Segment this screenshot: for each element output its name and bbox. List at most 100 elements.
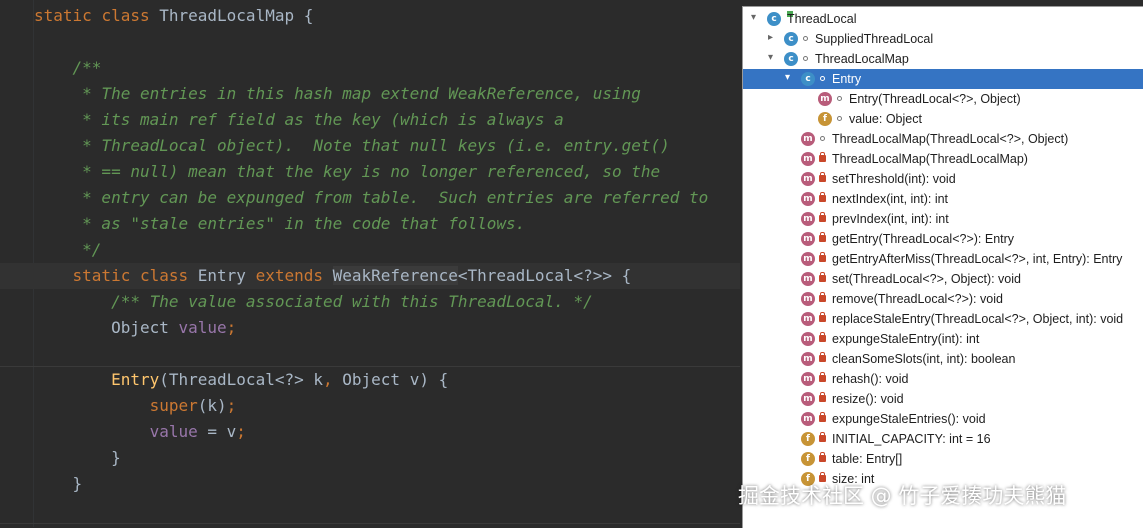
code-token: /** The value associated with this Threa… <box>34 292 593 311</box>
structure-item[interactable]: ▾ c ThreadLocal <box>743 9 1143 29</box>
structure-item[interactable]: m expungeStaleEntries(): void <box>743 409 1143 429</box>
structure-item-label: INITIAL_CAPACITY: int = 16 <box>832 432 991 446</box>
code-token: ; <box>226 318 237 337</box>
code-line[interactable]: * The entries in this hash map extend We… <box>0 81 641 107</box>
structure-item-label: Entry <box>832 72 862 86</box>
structure-item-label: nextIndex(int, int): int <box>832 192 949 206</box>
structure-item[interactable]: ▸ c SuppliedThreadLocal <box>743 29 1143 49</box>
structure-item[interactable]: m nextIndex(int, int): int <box>743 189 1143 209</box>
code-line[interactable]: * == null) mean that the key is no longe… <box>0 159 660 185</box>
method-icon: m <box>801 312 815 326</box>
code-line[interactable]: * entry can be expunged from table. Such… <box>0 185 708 211</box>
structure-item[interactable]: m prevIndex(int, int): int <box>743 209 1143 229</box>
code-line[interactable] <box>0 341 34 367</box>
structure-item[interactable]: m getEntryAfterMiss(ThreadLocal<?>, int, … <box>743 249 1143 269</box>
structure-item-label: getEntryAfterMiss(ThreadLocal<?>, int, E… <box>832 252 1123 266</box>
code-token: } <box>34 474 83 493</box>
private-lock-icon <box>819 312 826 322</box>
code-token: * entry can be expunged from table. Such… <box>34 188 709 207</box>
private-lock-icon <box>819 212 826 222</box>
private-lock-icon <box>819 232 826 242</box>
code-token: Object <box>34 318 179 337</box>
structure-item-label: set(ThreadLocal<?>, Object): void <box>832 272 1021 286</box>
chevron-down-icon[interactable]: ▾ <box>751 13 761 23</box>
method-icon: m <box>801 232 815 246</box>
code-line[interactable]: */ <box>0 237 101 263</box>
method-icon: m <box>801 252 815 266</box>
chevron-right-icon[interactable]: ▸ <box>768 33 778 43</box>
structure-item[interactable]: m remove(ThreadLocal<?>): void <box>743 289 1143 309</box>
code-line[interactable]: /** The value associated with this Threa… <box>0 289 593 315</box>
code-token: * as "stale entries" in the code that fo… <box>34 214 526 233</box>
private-lock-icon <box>819 192 826 202</box>
structure-item-label: Entry(ThreadLocal<?>, Object) <box>849 92 1021 106</box>
code-line[interactable]: static class Entry extends WeakReference… <box>0 263 740 289</box>
code-editor[interactable]: static class ThreadLocalMap { /** * The … <box>0 0 740 527</box>
structure-item[interactable]: m ThreadLocalMap(ThreadLocalMap) <box>743 149 1143 169</box>
private-lock-icon <box>819 452 826 462</box>
structure-item-label: ThreadLocalMap(ThreadLocal<?>, Object) <box>832 132 1069 146</box>
method-icon: m <box>801 292 815 306</box>
code-token: Entry <box>197 266 256 285</box>
structure-popup[interactable]: ▾ c ThreadLocal ▸ c SuppliedThreadLocal ▾ c Thre… <box>742 6 1143 528</box>
code-line[interactable]: super(k); <box>0 393 237 419</box>
method-icon: m <box>801 392 815 406</box>
structure-item[interactable]: m rehash(): void <box>743 369 1143 389</box>
structure-item-label: cleanSomeSlots(int, int): boolean <box>832 352 1016 366</box>
structure-item[interactable]: ▾ c Entry <box>743 69 1143 89</box>
structure-item[interactable]: m resize(): void <box>743 389 1143 409</box>
class-icon: c <box>784 32 798 46</box>
code-token: * == null) mean that the key is no longe… <box>34 162 661 181</box>
private-lock-icon <box>819 172 826 182</box>
private-lock-icon <box>819 392 826 402</box>
code-token: ThreadLocalMap { <box>159 6 314 25</box>
code-line[interactable]: * as "stale entries" in the code that fo… <box>0 211 525 237</box>
private-lock-icon <box>819 332 826 342</box>
structure-item[interactable]: ▾ c ThreadLocalMap <box>743 49 1143 69</box>
code-line[interactable]: value = v; <box>0 419 246 445</box>
code-token: , <box>323 370 343 389</box>
structure-item[interactable]: m set(ThreadLocal<?>, Object): void <box>743 269 1143 289</box>
code-line[interactable]: Entry(ThreadLocal<?> k, Object v) { <box>0 367 448 393</box>
code-line[interactable]: Object value; <box>0 315 236 341</box>
structure-item[interactable]: m setThreshold(int): void <box>743 169 1143 189</box>
structure-item[interactable]: f value: Object <box>743 109 1143 129</box>
code-token: * ThreadLocal object). Note that null ke… <box>34 136 670 155</box>
method-icon: m <box>801 372 815 386</box>
code-line[interactable]: } <box>0 471 83 497</box>
structure-item[interactable]: m Entry(ThreadLocal<?>, Object) <box>743 89 1143 109</box>
code-token: Object v) { <box>342 370 449 389</box>
code-token: = v <box>197 422 237 441</box>
code-line[interactable]: * its main ref field as the key (which i… <box>0 107 564 133</box>
code-line[interactable]: } <box>0 445 121 471</box>
method-icon: m <box>801 272 815 286</box>
code-token: <ThreadLocal<?>> { <box>457 266 632 285</box>
structure-item[interactable]: m getEntry(ThreadLocal<?>): Entry <box>743 229 1143 249</box>
structure-item[interactable]: m cleanSomeSlots(int, int): boolean <box>743 349 1143 369</box>
structure-item[interactable]: f table: Entry[] <box>743 449 1143 469</box>
code-line[interactable]: * ThreadLocal object). Note that null ke… <box>0 133 670 159</box>
code-token: (k) <box>197 396 227 415</box>
structure-item[interactable]: m ThreadLocalMap(ThreadLocal<?>, Object) <box>743 129 1143 149</box>
code-token: * The entries in this hash map extend We… <box>34 84 641 103</box>
structure-item-label: prevIndex(int, int): int <box>832 212 949 226</box>
chevron-down-icon[interactable]: ▾ <box>768 53 778 63</box>
package-private-icon <box>803 56 808 61</box>
structure-item[interactable]: m replaceStaleEntry(ThreadLocal<?>, Objec… <box>743 309 1143 329</box>
method-icon: m <box>801 132 815 146</box>
code-line[interactable]: static class ThreadLocalMap { <box>0 3 313 29</box>
structure-item[interactable]: f INITIAL_CAPACITY: int = 16 <box>743 429 1143 449</box>
code-line[interactable]: /** <box>0 55 102 81</box>
structure-item-label: value: Object <box>849 112 922 126</box>
code-line[interactable] <box>0 29 34 55</box>
structure-item[interactable]: m expungeStaleEntry(int): int <box>743 329 1143 349</box>
structure-item-label: resize(): void <box>832 392 904 406</box>
private-lock-icon <box>819 412 826 422</box>
private-lock-icon <box>819 152 826 162</box>
code-token: /** <box>34 58 102 77</box>
chevron-down-icon[interactable]: ▾ <box>785 73 795 83</box>
code-token: WeakReference <box>332 266 458 285</box>
code-token: value <box>178 318 227 337</box>
